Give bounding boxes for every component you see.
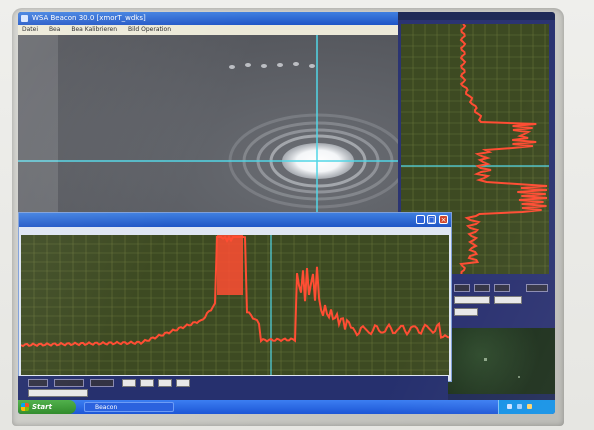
thumbnail-speck	[518, 376, 520, 378]
strip-field[interactable]	[140, 379, 154, 387]
panel-field[interactable]	[454, 308, 478, 316]
strip-field[interactable]	[122, 379, 136, 387]
panel-button[interactable]	[494, 284, 510, 292]
horizontal-profile-titlebar[interactable]: _ □ ×	[19, 213, 451, 227]
main-menubar: Datei Bea Bea Kalibrieren Bild Operation	[18, 25, 398, 35]
minimize-button[interactable]: _	[416, 215, 425, 224]
spot	[261, 64, 267, 68]
panel-button[interactable]	[526, 284, 548, 292]
strip-button[interactable]	[54, 379, 84, 387]
thumbnail-speck	[484, 358, 487, 361]
beam-image[interactable]	[18, 35, 398, 234]
taskbar: Start Beacon	[18, 400, 555, 414]
taskbar-item-beacon[interactable]: Beacon	[84, 402, 174, 412]
minimize-icon: _	[418, 216, 423, 224]
panel-button[interactable]	[474, 284, 490, 292]
tray-network-icon[interactable]	[517, 404, 522, 409]
maximize-icon: □	[428, 216, 435, 224]
panel-button[interactable]	[454, 284, 470, 292]
spot	[277, 63, 283, 67]
strip-button[interactable]	[28, 379, 48, 387]
menu-item-image-operation[interactable]: Bild Operation	[128, 26, 171, 33]
monitor-screen: WSA Beacon 30.0 [xmorT_wdks] Datei Bea B…	[18, 12, 555, 414]
start-button[interactable]: Start	[18, 400, 76, 414]
start-label: Start	[32, 403, 52, 411]
bottom-control-strip	[18, 376, 448, 400]
panel-field[interactable]	[494, 296, 522, 304]
menu-item-calibrate[interactable]: Bea Kalibrieren	[71, 26, 117, 33]
strip-field[interactable]	[176, 379, 190, 387]
close-icon: ×	[440, 216, 447, 224]
strip-field[interactable]	[28, 389, 88, 397]
panel-field[interactable]	[454, 296, 490, 304]
taskbar-item-label: Beacon	[95, 404, 118, 411]
strip-button[interactable]	[90, 379, 114, 387]
main-window-title: WSA Beacon 30.0 [xmorT_wdks]	[32, 14, 146, 22]
close-button[interactable]: ×	[439, 215, 448, 224]
right-control-panel	[448, 280, 555, 328]
system-tray	[498, 400, 555, 414]
tray-app-icon[interactable]	[527, 404, 532, 409]
spot	[309, 64, 315, 68]
spot	[245, 63, 251, 67]
glare	[18, 35, 58, 234]
main-window-titlebar[interactable]: WSA Beacon 30.0 [xmorT_wdks]	[18, 12, 398, 25]
profile-peak-block	[217, 235, 243, 295]
menu-item-file[interactable]: Datei	[22, 26, 38, 33]
windows-logo-icon	[21, 403, 29, 411]
tray-volume-icon[interactable]	[507, 404, 512, 409]
maximize-button[interactable]: □	[427, 215, 436, 224]
horizontal-profile-plot[interactable]	[21, 235, 449, 375]
spot	[229, 65, 235, 69]
app-icon	[21, 15, 28, 22]
main-window: WSA Beacon 30.0 [xmorT_wdks] Datei Bea B…	[18, 12, 398, 234]
thumbnail-view[interactable]	[448, 328, 555, 394]
horizontal-profile-window: _ □ ×	[18, 212, 452, 382]
spot	[293, 62, 299, 66]
menu-item-beam[interactable]: Bea	[49, 26, 60, 33]
strip-field[interactable]	[158, 379, 172, 387]
